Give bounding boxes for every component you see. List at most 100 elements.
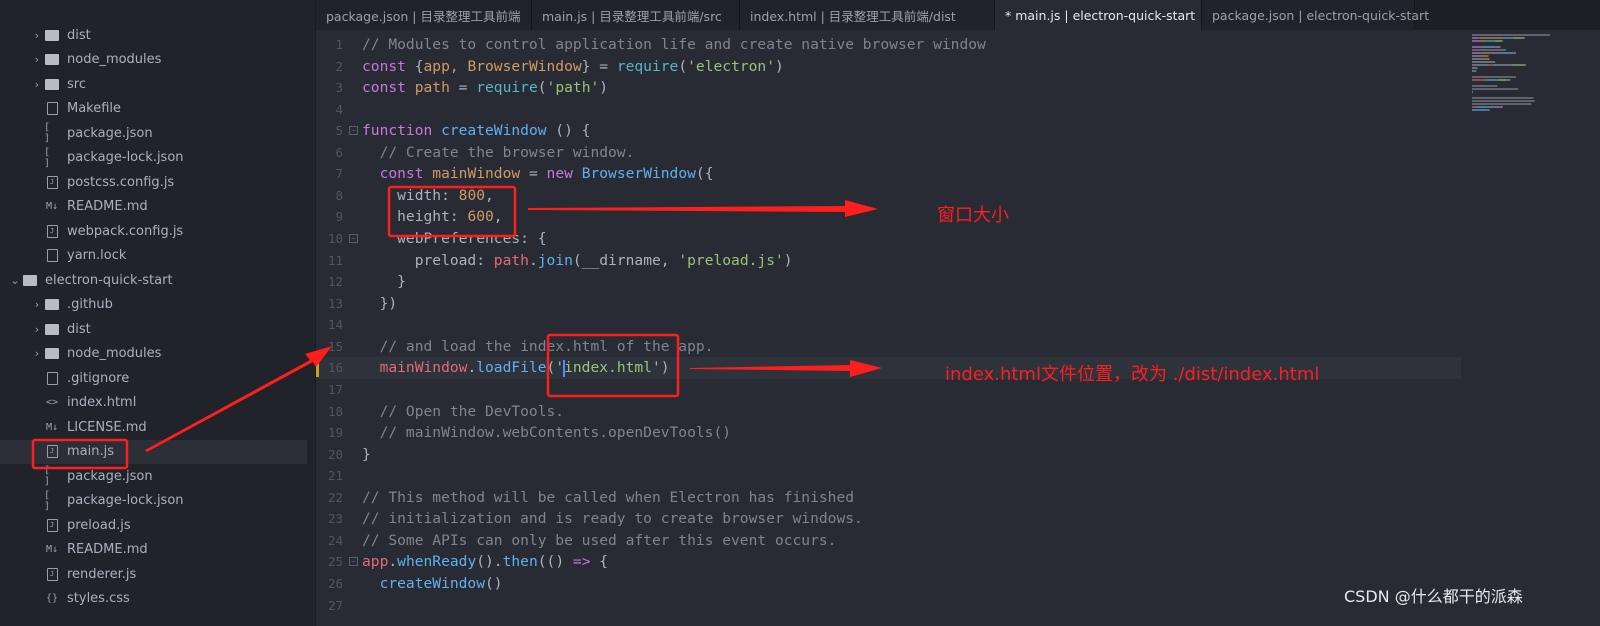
tree-file[interactable]: Jmain.js: [0, 439, 307, 464]
code-token: 'preload.js': [678, 251, 784, 269]
code-line[interactable]: 18 // Open the DevTools.: [316, 401, 1461, 423]
minimap-token: [1498, 64, 1512, 66]
code-line[interactable]: 13 }): [316, 293, 1461, 315]
code-text: mainWindow.loadFile('index.html'): [362, 357, 670, 379]
tree-file[interactable]: Jwebpack.config.js: [0, 219, 307, 243]
code-line[interactable]: 24 // Some APIs can only be used after th…: [316, 530, 1461, 552]
code-token: (): [485, 575, 503, 592]
code-line[interactable]: 11 preload: path.join(__dirname, 'preloa…: [316, 250, 1461, 272]
code-token: 600: [467, 208, 494, 226]
tree-file[interactable]: <> index.html: [0, 391, 307, 415]
code-token: .: [528, 251, 538, 269]
minimap[interactable]: [1472, 34, 1567, 154]
chevron-down-icon[interactable]: ⌄: [8, 274, 22, 287]
code-line[interactable]: 27: [316, 595, 1461, 617]
fold-toggle-icon[interactable]: −: [349, 234, 358, 244]
tree-file[interactable]: M↓ LICENSE.md: [0, 415, 307, 439]
markdown-icon: M↓: [45, 421, 59, 433]
tree-folder[interactable]: › node_modules: [0, 48, 307, 72]
tree-file[interactable]: [ ] package-lock.json: [0, 489, 307, 513]
minimap-token: [1472, 88, 1519, 90]
tab-1[interactable]: main.js | 目录整理工具前端/src: [532, 0, 740, 30]
tab-0[interactable]: package.json | 目录整理工具前端: [316, 0, 532, 30]
js-file-icon: J: [44, 445, 60, 459]
tree-file[interactable]: [ ] package.json: [0, 121, 307, 145]
code-token: 'electron': [687, 57, 776, 75]
tree-file[interactable]: yarn.lock: [0, 244, 307, 268]
code-token: const: [362, 57, 415, 75]
code-text: // Open the DevTools.: [362, 401, 565, 423]
chevron-right-icon[interactable]: ›: [30, 347, 44, 360]
minimap-token: [1494, 64, 1499, 66]
line-number: 22: [327, 489, 343, 505]
code-line[interactable]: 14: [316, 314, 1461, 336]
chevron-right-icon[interactable]: ›: [30, 29, 44, 42]
tree-folder[interactable]: › .github: [0, 293, 307, 317]
tree-file[interactable]: Makefile: [0, 97, 307, 121]
chevron-right-icon[interactable]: ›: [30, 78, 44, 91]
tree-file[interactable]: M↓ README.md: [0, 195, 307, 219]
code-line[interactable]: 26 createWindow(): [316, 573, 1461, 595]
code-line[interactable]: 9 height: 600,: [316, 206, 1461, 228]
code-line[interactable]: 19 // mainWindow.webContents.openDevTool…: [316, 422, 1461, 444]
minimap-token: [1503, 37, 1512, 39]
tree-folder[interactable]: › dist: [0, 23, 307, 47]
code-text: // mainWindow.webContents.openDevTools(): [362, 422, 731, 444]
code-line[interactable]: 22 // This method will be called when Ele…: [316, 487, 1461, 509]
minimap-token: [1495, 79, 1498, 81]
chevron-right-icon[interactable]: ›: [30, 53, 44, 66]
code-line[interactable]: 20}: [316, 444, 1461, 466]
code-token: } =: [581, 57, 617, 75]
code-line[interactable]: 21: [316, 465, 1461, 487]
tree-file[interactable]: [ ] package.json: [0, 464, 307, 488]
js-file-icon: J: [44, 175, 60, 189]
tree-file[interactable]: M↓ README.md: [0, 538, 307, 562]
tree-file[interactable]: {} styles.css: [0, 587, 307, 611]
code-line[interactable]: 6 // Create the browser window.: [316, 142, 1461, 164]
code-line[interactable]: 23 // initialization and is ready to crea…: [316, 508, 1461, 530]
tree-folder[interactable]: ⌄ electron-quick-start: [0, 268, 307, 292]
minimap-token: [1472, 103, 1532, 105]
code-line[interactable]: 10− webPreferences: {: [316, 228, 1461, 250]
tree-folder[interactable]: › src: [0, 72, 307, 96]
tab-3[interactable]: * main.js | electron-quick-start: [995, 0, 1202, 30]
tree-file[interactable]: Jpostcss.config.js: [0, 170, 307, 194]
code-line[interactable]: 7 const mainWindow = new BrowserWindow({: [316, 163, 1461, 185]
minimap-token: [1472, 100, 1535, 102]
tree-item-label: LICENSE.md: [67, 419, 147, 435]
code-token: // Open the DevTools.: [362, 402, 565, 420]
line-number: 13: [327, 295, 343, 311]
tree-file[interactable]: [ ] package-lock.json: [0, 146, 307, 170]
code-line[interactable]: 5− function createWindow () {: [316, 120, 1461, 142]
code-line[interactable]: 1 // Modules to control application life …: [316, 34, 1461, 56]
tree-folder[interactable]: › node_modules: [0, 342, 307, 366]
fold-toggle-icon[interactable]: −: [349, 557, 358, 567]
tab-4[interactable]: package.json | electron-quick-start: [1202, 0, 1429, 30]
tree-file[interactable]: Jpreload.js: [0, 513, 307, 537]
code-line[interactable]: 3 const path = require('path'): [316, 77, 1461, 99]
line-number: 4: [335, 101, 343, 117]
code-editor[interactable]: 1 // Modules to control application life …: [316, 30, 1600, 626]
code-line[interactable]: 12 }: [316, 271, 1461, 293]
code-line[interactable]: 8 width: 800,: [316, 185, 1461, 207]
minimap-token: [1513, 52, 1516, 54]
code-text: createWindow(): [362, 573, 503, 595]
js-file-icon: J: [44, 518, 60, 532]
tree-file[interactable]: Jrenderer.js: [0, 562, 307, 586]
code-line[interactable]: 4: [316, 99, 1461, 121]
code-token: =: [449, 79, 477, 97]
tab-label: package.json | 目录整理工具前端: [326, 8, 521, 24]
tab-2[interactable]: index.html | 目录整理工具前端/dist: [740, 0, 995, 30]
tree-file[interactable]: .gitignore: [0, 366, 307, 390]
code-token: ().: [476, 553, 503, 571]
fold-toggle-icon[interactable]: −: [349, 126, 358, 136]
minimap-token: [1472, 40, 1479, 42]
code-line[interactable]: 25− app.whenReady().then(() => {: [316, 551, 1461, 573]
chevron-right-icon[interactable]: ›: [30, 323, 44, 336]
code-line[interactable]: 2 const {app, BrowserWindow} = require('e…: [316, 56, 1461, 78]
code-line[interactable]: 15 // and load the index.html of the app…: [316, 336, 1461, 358]
chevron-right-icon[interactable]: ›: [30, 298, 44, 311]
code-token: height:: [362, 208, 468, 226]
minimap-token: [1500, 106, 1503, 108]
tree-folder[interactable]: › dist: [0, 317, 307, 341]
